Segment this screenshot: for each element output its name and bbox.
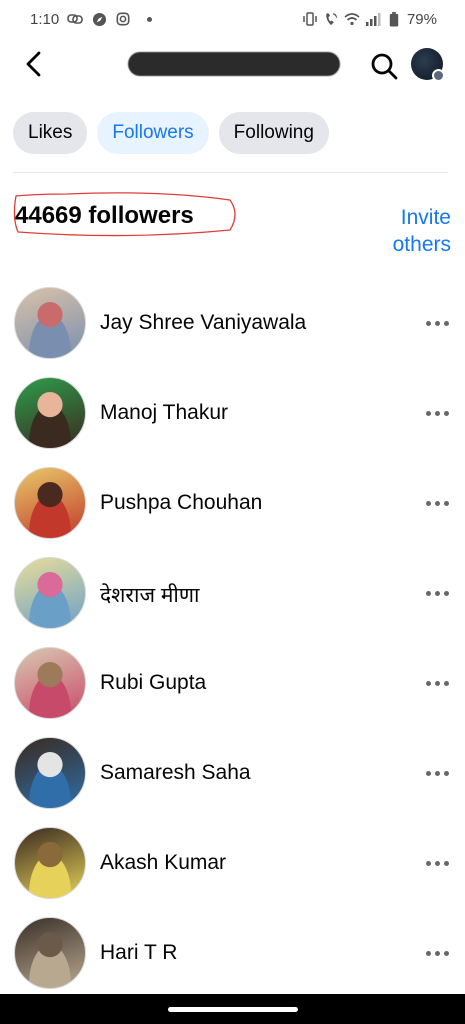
follower-count-section: 44669 followers [8,188,238,240]
compass-icon [91,11,107,27]
status-time: 1:10 [30,10,60,28]
follower-row[interactable]: Samaresh Saha [0,728,465,818]
tab-likes[interactable]: Likes [13,112,88,154]
vibrate-icon [302,11,318,27]
search-button[interactable] [368,50,400,82]
more-options-icon[interactable] [423,762,451,784]
follower-row[interactable]: Jay Shree Vaniyawala [0,278,465,368]
more-options-icon[interactable] [423,582,451,604]
search-icon [371,53,398,80]
follower-name[interactable]: Rubi Gupta [100,671,206,695]
battery-percent: 79% [406,10,437,28]
follower-avatar[interactable] [14,737,86,809]
page-title: Yash Digital Media [128,52,340,76]
more-options-icon[interactable] [423,312,451,334]
tab-followers[interactable]: Followers [97,112,209,154]
more-options-icon[interactable] [423,402,451,424]
follower-row[interactable]: Pushpa Chouhan [0,458,465,548]
follower-avatar[interactable] [14,647,86,719]
follower-avatar[interactable] [14,377,86,449]
follower-row[interactable]: Rubi Gupta [0,638,465,728]
follower-name[interactable]: Hari T R [100,941,177,965]
follower-name[interactable]: Pushpa Chouhan [100,491,262,515]
follower-count: 44669 followers [15,202,194,229]
follower-name[interactable]: Akash Kumar [100,851,226,875]
follower-row[interactable]: Manoj Thakur [0,368,465,458]
instagram-icon [115,11,131,27]
follower-name[interactable]: Manoj Thakur [100,401,228,425]
system-nav-bar [0,994,465,1024]
back-button[interactable] [20,50,48,78]
follower-avatar[interactable] [14,557,86,629]
follower-row[interactable]: Hari T R [0,908,465,998]
follower-avatar[interactable] [14,827,86,899]
more-options-icon[interactable] [423,942,451,964]
notification-dot-icon [147,16,153,22]
signal-icon [365,11,381,27]
home-indicator[interactable] [168,1007,298,1012]
follower-avatar[interactable] [14,917,86,989]
more-options-icon[interactable] [423,672,451,694]
follower-list: Jay Shree Vaniyawala Manoj Thakur Pushpa C… [0,278,465,998]
invite-others-link[interactable]: Invite others [371,204,451,258]
follower-name[interactable]: देशराज मीणा [100,581,200,609]
top-bar: Yash Digital Media [0,38,465,94]
chevron-down-icon [432,69,445,82]
link-icon [67,11,84,27]
follower-name[interactable]: Jay Shree Vaniyawala [100,311,306,335]
divider [13,172,448,173]
follower-avatar[interactable] [14,287,86,359]
more-options-icon[interactable] [423,852,451,874]
follower-row[interactable]: देशराज मीणा [0,548,465,638]
chevron-left-icon [26,51,41,77]
wifi-icon [344,11,360,27]
follower-name[interactable]: Samaresh Saha [100,761,251,785]
tab-following[interactable]: Following [218,112,329,154]
wifi-call-icon [323,11,339,27]
more-options-icon[interactable] [423,492,451,514]
follower-avatar[interactable] [14,467,86,539]
follower-row[interactable]: Akash Kumar [0,818,465,908]
status-bar: 1:10 79% [0,0,465,38]
tab-bar: Likes Followers Following [13,112,329,154]
battery-icon [386,11,402,27]
profile-avatar[interactable] [411,48,445,82]
